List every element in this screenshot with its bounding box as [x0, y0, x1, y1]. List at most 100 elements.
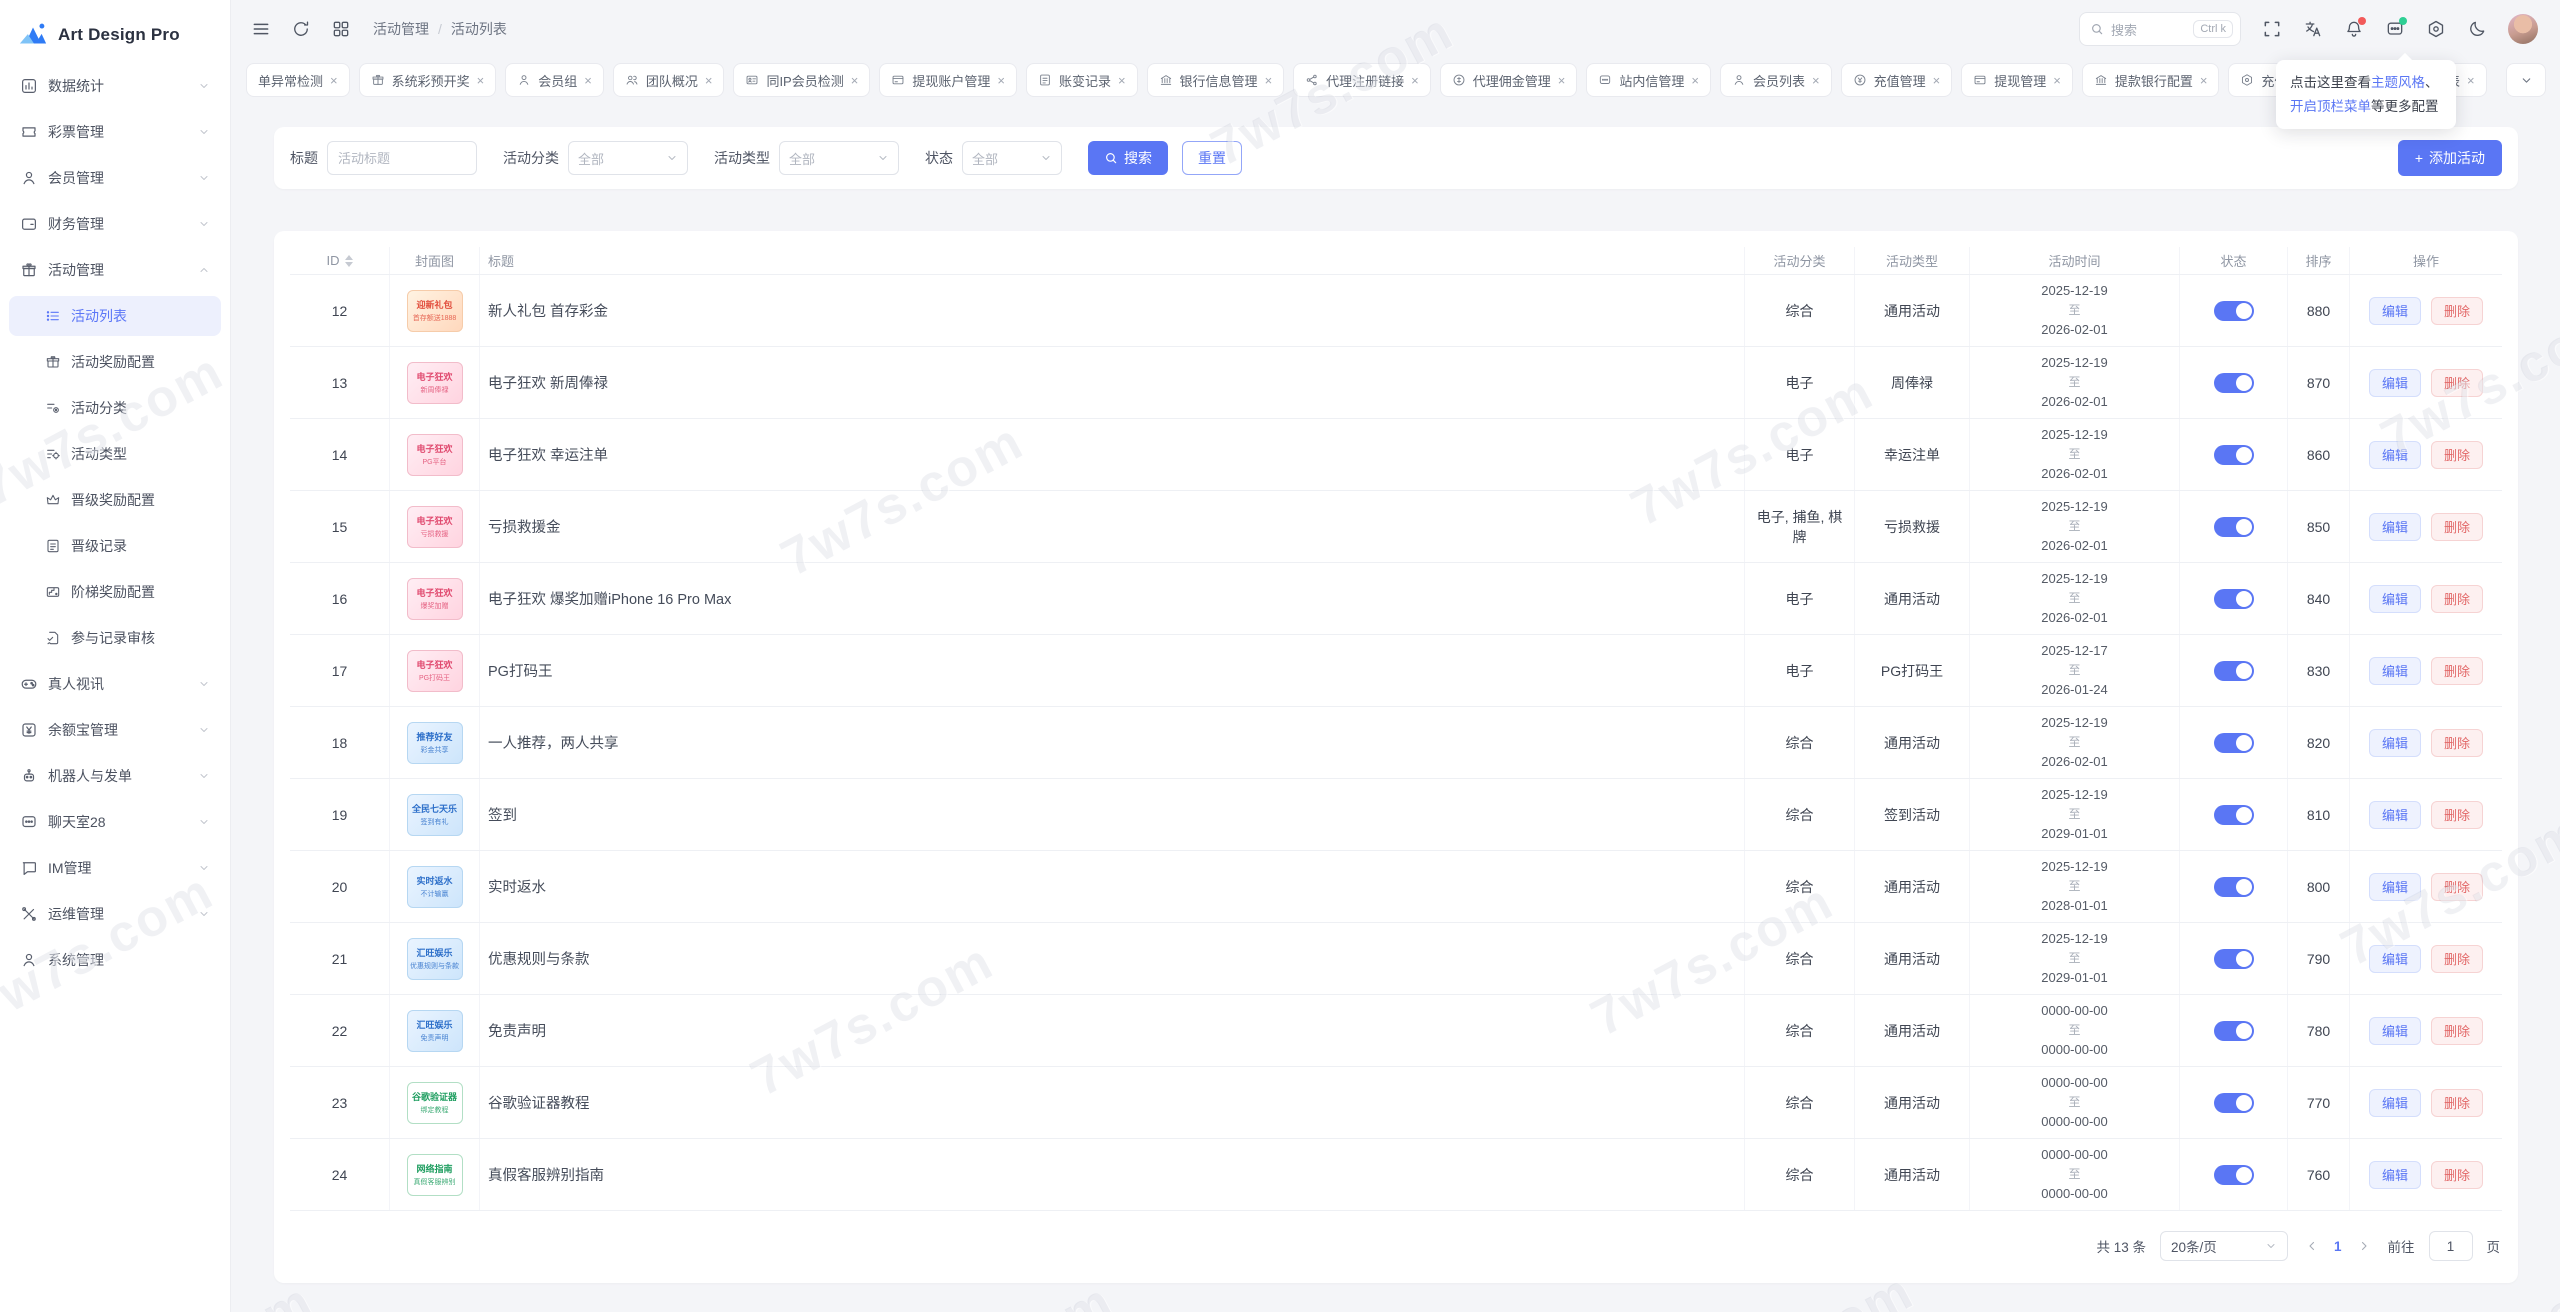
edit-button[interactable]: 编辑 — [2369, 513, 2421, 541]
sidebar-item-活动分类[interactable]: 活动分类 — [9, 388, 221, 428]
settings-gear-icon[interactable] — [2426, 19, 2446, 39]
edit-button[interactable]: 编辑 — [2369, 945, 2421, 973]
edit-button[interactable]: 编辑 — [2369, 297, 2421, 325]
user-avatar[interactable] — [2508, 14, 2538, 44]
goto-page-input[interactable] — [2429, 1231, 2473, 1261]
refresh-icon[interactable] — [291, 19, 311, 39]
delete-button[interactable]: 删除 — [2431, 369, 2483, 397]
edit-button[interactable]: 编辑 — [2369, 441, 2421, 469]
tab-单异常检测[interactable]: 单异常检测× — [246, 63, 350, 97]
current-page[interactable]: 1 — [2334, 1239, 2342, 1254]
status-toggle[interactable] — [2214, 589, 2254, 609]
breadcrumb-parent[interactable]: 活动管理 — [373, 19, 429, 39]
cover-image[interactable]: 电子狂欢PG平台 — [407, 434, 463, 476]
edit-button[interactable]: 编辑 — [2369, 657, 2421, 685]
edit-button[interactable]: 编辑 — [2369, 1161, 2421, 1189]
close-icon[interactable]: × — [1812, 74, 1820, 87]
filter-status-select[interactable]: 全部 — [962, 141, 1062, 175]
tab-充值管理[interactable]: 充值管理× — [1841, 63, 1953, 97]
cover-image[interactable]: 汇旺娱乐优惠规则与条款 — [407, 938, 463, 980]
close-icon[interactable]: × — [1933, 74, 1941, 87]
delete-button[interactable]: 删除 — [2431, 801, 2483, 829]
edit-button[interactable]: 编辑 — [2369, 873, 2421, 901]
sidebar-item-余额宝管理[interactable]: 余额宝管理 — [9, 710, 221, 750]
delete-button[interactable]: 删除 — [2431, 441, 2483, 469]
cover-image[interactable]: 汇旺娱乐免责声明 — [407, 1010, 463, 1052]
cover-image[interactable]: 电子狂欢爆奖加赠 — [407, 578, 463, 620]
sidebar-item-晋级奖励配置[interactable]: 晋级奖励配置 — [9, 480, 221, 520]
cover-image[interactable]: 全民七天乐签到有礼 — [407, 794, 463, 836]
sidebar-item-晋级记录[interactable]: 晋级记录 — [9, 526, 221, 566]
sidebar-item-会员管理[interactable]: 会员管理 — [9, 158, 221, 198]
global-search-input[interactable]: 搜索 Ctrl k — [2079, 12, 2241, 46]
tab-提现账户管理[interactable]: 提现账户管理× — [879, 63, 1017, 97]
close-icon[interactable]: × — [851, 74, 859, 87]
delete-button[interactable]: 删除 — [2431, 585, 2483, 613]
status-toggle[interactable] — [2214, 301, 2254, 321]
filter-title-input[interactable] — [327, 141, 477, 175]
tab-提款银行配置[interactable]: 提款银行配置× — [2082, 63, 2220, 97]
language-icon[interactable] — [2303, 19, 2323, 39]
tab-会员组[interactable]: 会员组× — [505, 63, 604, 97]
filter-category-select[interactable]: 全部 — [568, 141, 688, 175]
edit-button[interactable]: 编辑 — [2369, 1089, 2421, 1117]
edit-button[interactable]: 编辑 — [2369, 369, 2421, 397]
sidebar-item-IM管理[interactable]: IM管理 — [9, 848, 221, 888]
notifications-button[interactable] — [2344, 19, 2364, 39]
cover-image[interactable]: 电子狂欢PG打码王 — [407, 650, 463, 692]
delete-button[interactable]: 删除 — [2431, 513, 2483, 541]
edit-button[interactable]: 编辑 — [2369, 729, 2421, 757]
edit-button[interactable]: 编辑 — [2369, 1017, 2421, 1045]
close-icon[interactable]: × — [2053, 74, 2061, 87]
sidebar-item-活动类型[interactable]: 活动类型 — [9, 434, 221, 474]
filter-type-select[interactable]: 全部 — [779, 141, 899, 175]
close-icon[interactable]: × — [477, 74, 485, 87]
status-toggle[interactable] — [2214, 373, 2254, 393]
close-icon[interactable]: × — [2200, 74, 2208, 87]
sort-icon[interactable] — [345, 255, 353, 267]
collapse-menu-icon[interactable] — [251, 19, 271, 39]
tab-站内信管理[interactable]: 站内信管理× — [1586, 63, 1711, 97]
tab-团队概况[interactable]: 团队概况× — [613, 63, 725, 97]
dark-mode-moon-icon[interactable] — [2467, 19, 2487, 39]
sidebar-item-彩票管理[interactable]: 彩票管理 — [9, 112, 221, 152]
delete-button[interactable]: 删除 — [2431, 1161, 2483, 1189]
close-icon[interactable]: × — [1558, 74, 1566, 87]
tab-会员列表[interactable]: 会员列表× — [1720, 63, 1832, 97]
status-toggle[interactable] — [2214, 661, 2254, 681]
close-icon[interactable]: × — [2467, 74, 2475, 87]
sidebar-item-数据统计[interactable]: 数据统计 — [9, 66, 221, 106]
close-icon[interactable]: × — [1691, 74, 1699, 87]
sidebar-item-机器人与发单[interactable]: 机器人与发单 — [9, 756, 221, 796]
delete-button[interactable]: 删除 — [2431, 657, 2483, 685]
close-icon[interactable]: × — [1411, 74, 1419, 87]
apps-grid-icon[interactable] — [331, 19, 351, 39]
close-icon[interactable]: × — [1118, 74, 1126, 87]
delete-button[interactable]: 删除 — [2431, 297, 2483, 325]
tab-同IP会员检测[interactable]: 同IP会员检测× — [733, 63, 870, 97]
cover-image[interactable]: 迎新礼包首存额送1888 — [407, 290, 463, 332]
status-toggle[interactable] — [2214, 517, 2254, 537]
status-toggle[interactable] — [2214, 805, 2254, 825]
tab-代理佣金管理[interactable]: 代理佣金管理× — [1440, 63, 1578, 97]
status-toggle[interactable] — [2214, 1165, 2254, 1185]
search-button[interactable]: 搜索 — [1088, 141, 1168, 175]
cover-image[interactable]: 谷歌验证器绑定教程 — [407, 1082, 463, 1124]
sidebar-item-阶梯奖励配置[interactable]: 阶梯奖励配置 — [9, 572, 221, 612]
status-toggle[interactable] — [2214, 1093, 2254, 1113]
column-header-ID[interactable]: ID — [290, 247, 390, 274]
sidebar-item-参与记录审核[interactable]: 参与记录审核 — [9, 618, 221, 658]
messages-button[interactable] — [2385, 19, 2405, 39]
close-icon[interactable]: × — [997, 74, 1005, 87]
status-toggle[interactable] — [2214, 1021, 2254, 1041]
edit-button[interactable]: 编辑 — [2369, 585, 2421, 613]
edit-button[interactable]: 编辑 — [2369, 801, 2421, 829]
sidebar-item-活动列表[interactable]: 活动列表 — [9, 296, 221, 336]
sidebar-item-运维管理[interactable]: 运维管理 — [9, 894, 221, 934]
add-activity-button[interactable]: +添加活动 — [2398, 140, 2502, 176]
delete-button[interactable]: 删除 — [2431, 1017, 2483, 1045]
close-icon[interactable]: × — [705, 74, 713, 87]
sidebar-item-聊天室28[interactable]: 聊天室28 — [9, 802, 221, 842]
tooltip-link[interactable]: 开启顶栏菜单 — [2290, 99, 2371, 114]
cover-image[interactable]: 网络指南真假客服辨别 — [407, 1154, 463, 1196]
